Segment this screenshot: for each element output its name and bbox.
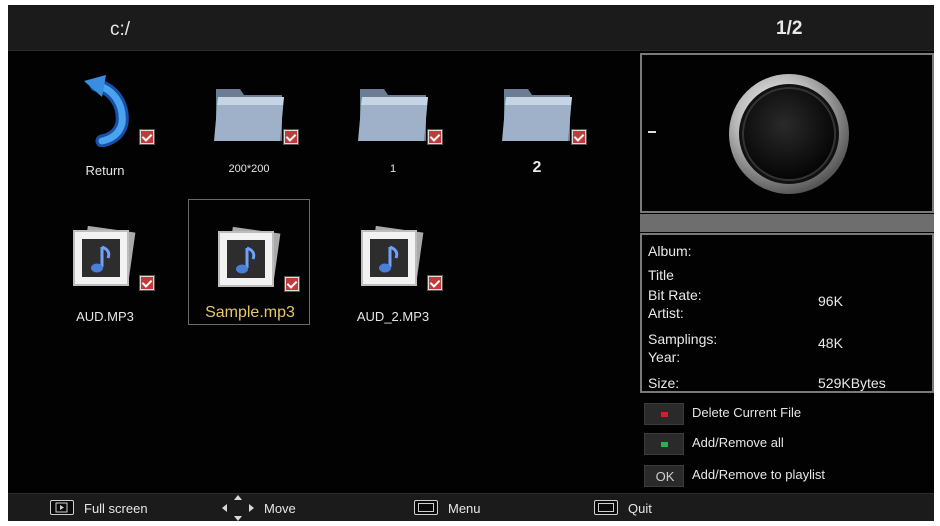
- item-label: 1: [389, 163, 397, 175]
- item-label: 2: [532, 159, 542, 176]
- hint-move-label: Move: [264, 501, 296, 516]
- item-label: AUD.MP3: [76, 309, 134, 324]
- folder-tile[interactable]: 1: [332, 53, 454, 179]
- samplings-value: 48K: [818, 335, 843, 351]
- play-key-icon: [50, 500, 74, 515]
- selection-check-icon[interactable]: [285, 277, 299, 291]
- hint-menu-label: Menu: [448, 501, 481, 516]
- folder-tile[interactable]: 200*200: [188, 53, 310, 179]
- selection-check-icon[interactable]: [284, 130, 298, 144]
- selection-check-icon[interactable]: [140, 276, 154, 290]
- preview-panel: [640, 53, 934, 213]
- media-browser-screen: c:/ 1/2 Return 200*200 1 2 AUD.MP3 Sampl…: [8, 5, 934, 521]
- folder-icon: [502, 89, 572, 141]
- selection-check-icon[interactable]: [140, 130, 154, 144]
- artist-label: Artist:: [648, 305, 684, 321]
- music-file-icon: [361, 225, 424, 286]
- music-file-tile[interactable]: AUD_2.MP3: [332, 199, 454, 325]
- bitrate-value: 96K: [818, 293, 843, 309]
- folder-icon: [358, 89, 428, 141]
- file-info-panel: Album: Title Bit Rate: 96K Artist: Sampl…: [640, 233, 934, 393]
- folder-icon: [214, 89, 284, 141]
- exit-key-icon: [594, 500, 618, 515]
- bitrate-label: Bit Rate:: [648, 287, 702, 303]
- size-value: 529KBytes: [818, 375, 886, 391]
- item-label: AUD_2.MP3: [356, 309, 430, 324]
- menu-key-icon: [414, 500, 438, 515]
- current-path: c:/: [110, 19, 131, 40]
- direction-arrows-icon: [222, 495, 254, 521]
- green-key-icon: [644, 433, 684, 455]
- title-label: Title: [648, 267, 674, 283]
- item-label: Sample.mp3: [205, 304, 295, 321]
- speaker-icon: [729, 74, 849, 194]
- samplings-label: Samplings:: [648, 331, 718, 347]
- page-indicator: 1/2: [776, 18, 803, 39]
- hint-quit-label: Quit: [628, 501, 652, 516]
- title-bar: c:/ 1/2: [8, 5, 934, 51]
- size-label: Size:: [648, 375, 680, 391]
- preview-marker: [648, 131, 656, 133]
- item-label: Return: [85, 163, 125, 178]
- legend-delete-label: Delete Current File: [692, 405, 802, 420]
- return-tile[interactable]: Return: [44, 53, 166, 179]
- selection-check-icon[interactable]: [428, 130, 442, 144]
- legend-playlist-label: Add/Remove to playlist: [692, 467, 825, 482]
- return-arrow-icon: [84, 75, 129, 147]
- music-file-tile-selected[interactable]: Sample.mp3: [188, 199, 310, 325]
- item-label: 200*200: [228, 163, 270, 175]
- music-file-tile[interactable]: AUD.MP3: [44, 199, 166, 325]
- footer-hints: Full screen Move Menu Quit: [8, 493, 934, 521]
- ok-key-icon: OK: [644, 465, 684, 487]
- hint-full-screen-label: Full screen: [84, 501, 148, 516]
- selection-check-icon[interactable]: [572, 130, 586, 144]
- music-file-icon: [73, 225, 136, 286]
- music-file-icon: [218, 226, 281, 287]
- ok-key-label: OK: [655, 469, 675, 484]
- selection-check-icon[interactable]: [428, 276, 442, 290]
- legend-add-remove-all-label: Add/Remove all: [692, 435, 784, 450]
- progress-band: [640, 214, 934, 232]
- red-key-icon: [644, 403, 684, 425]
- folder-tile[interactable]: 2: [476, 53, 598, 179]
- year-label: Year:: [648, 349, 681, 365]
- album-label: Album:: [648, 243, 692, 259]
